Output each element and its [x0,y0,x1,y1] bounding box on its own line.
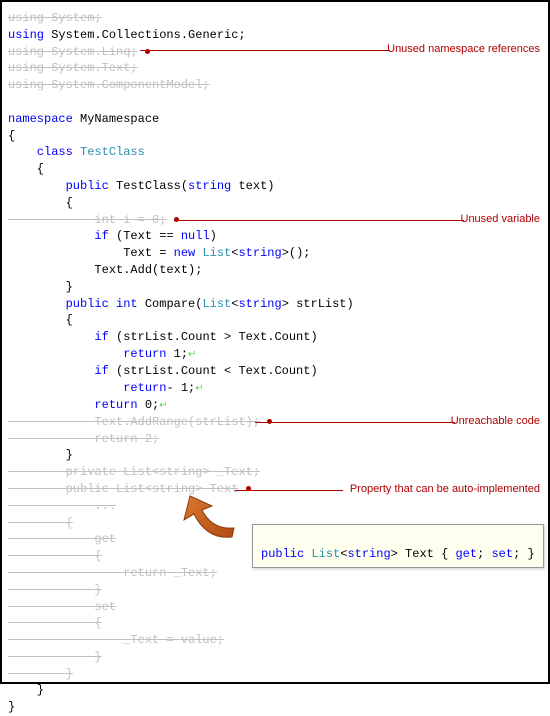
code-line: { [8,161,542,178]
annotation-line-icon [174,220,464,221]
code-line [8,94,542,111]
annotation-auto-implemented: Property that can be auto-implemented [350,482,540,497]
code-line: using System; [8,10,542,27]
code-line-dead: { [8,615,542,632]
code-line: class TestClass [8,144,542,161]
code-line: if (strList.Count < Text.Count) [8,363,542,380]
code-line: Text = new List<string>(); [8,245,542,262]
code-line-dead: set [8,599,542,616]
code-line: } [8,447,542,464]
code-line: public TestClass(string text) [8,178,542,195]
code-line: } [8,279,542,296]
annotation-unused-namespace: Unused namespace references [387,42,540,57]
refactor-tooltip[interactable]: public List<string> Text { get; set; } [252,524,544,568]
code-line-dead: ... [8,498,542,515]
crlf-icon: ↵ [188,350,196,361]
code-line: public int Compare(List<string> strList) [8,296,542,313]
code-line: if (Text == null) [8,228,542,245]
code-line: return- 1;↵ [8,380,542,397]
code-line-dead: using System.ComponentModel; [8,77,542,94]
code-line: { [8,128,542,145]
code-line: } [8,682,542,699]
code-line: { [8,312,542,329]
code-line-dead: private List<string> _Text; [8,464,542,481]
code-line-dead: return 2; [8,431,542,448]
code-line: namespace MyNamespace [8,111,542,128]
code-line: if (strList.Count > Text.Count) [8,329,542,346]
suggestion-arrow-icon [172,492,252,552]
code-line: { [8,195,542,212]
annotation-unreachable-code: Unreachable code [451,414,540,429]
code-line: } [8,699,542,716]
code-line-dead: } [8,649,542,666]
annotation-line-icon [235,490,343,491]
code-line-dead: } [8,666,542,683]
code-line-dead: using System.Text; [8,60,542,77]
crlf-icon: ↵ [159,401,167,412]
code-line-dead: } [8,582,542,599]
code-line: return 0;↵ [8,397,542,414]
annotation-unused-variable: Unused variable [461,212,541,227]
code-line: return 1;↵ [8,346,542,363]
code-line-dead: _Text = value; [8,632,542,649]
annotation-line-icon [255,422,455,423]
crlf-icon: ↵ [195,384,203,395]
code-line: Text.Add(text); [8,262,542,279]
annotation-line-icon [140,50,390,51]
